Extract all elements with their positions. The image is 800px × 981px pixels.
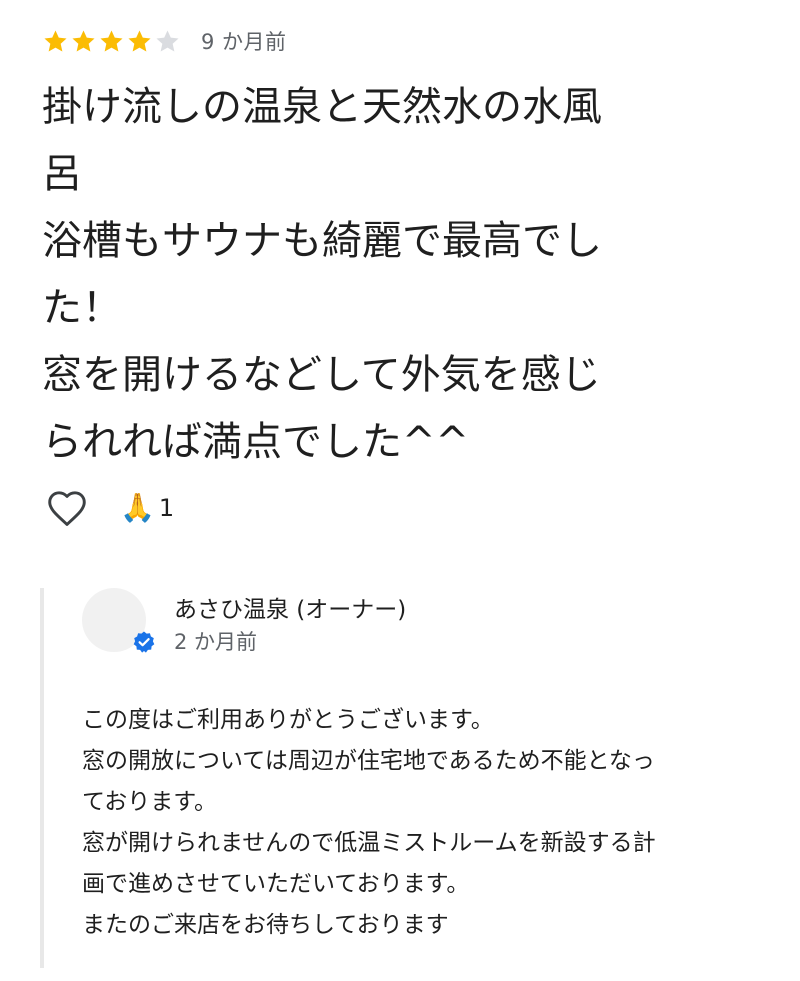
reaction-button[interactable]: 🙏 1 (120, 491, 175, 524)
star-filled-icon (128, 29, 151, 52)
star-empty-icon (156, 29, 179, 52)
verified-check-icon (133, 631, 155, 653)
pray-emoji-icon: 🙏 (120, 491, 155, 524)
star-rating (42, 28, 181, 55)
review-time: 9 か月前 (201, 30, 287, 54)
heart-outline-icon (48, 491, 86, 526)
owner-reply-text: この度はご利用ありがとうございます。 窓の開放については周辺が住宅地であるため不… (82, 707, 656, 938)
star-filled-icon (72, 29, 95, 52)
owner-reply: あさひ温泉 (オーナー) 2 か月前 この度はご利用ありがとうございます。 窓の… (40, 588, 784, 968)
review-text: 掛け流しの温泉と天然水の水風 呂 浴槽もサウナも綺麗で最高でし た！ 窓を開ける… (42, 84, 602, 465)
owner-name: あさひ温泉 (オーナー) (174, 597, 407, 623)
review-rating-row: 9 か月前 (42, 24, 287, 58)
star-filled-icon (44, 29, 67, 52)
like-button[interactable] (44, 486, 90, 530)
review-actions: 🙏 1 (44, 486, 174, 530)
star-filled-icon (100, 29, 123, 52)
owner-reply-time: 2 か月前 (174, 630, 258, 654)
reaction-count: 1 (158, 494, 175, 522)
